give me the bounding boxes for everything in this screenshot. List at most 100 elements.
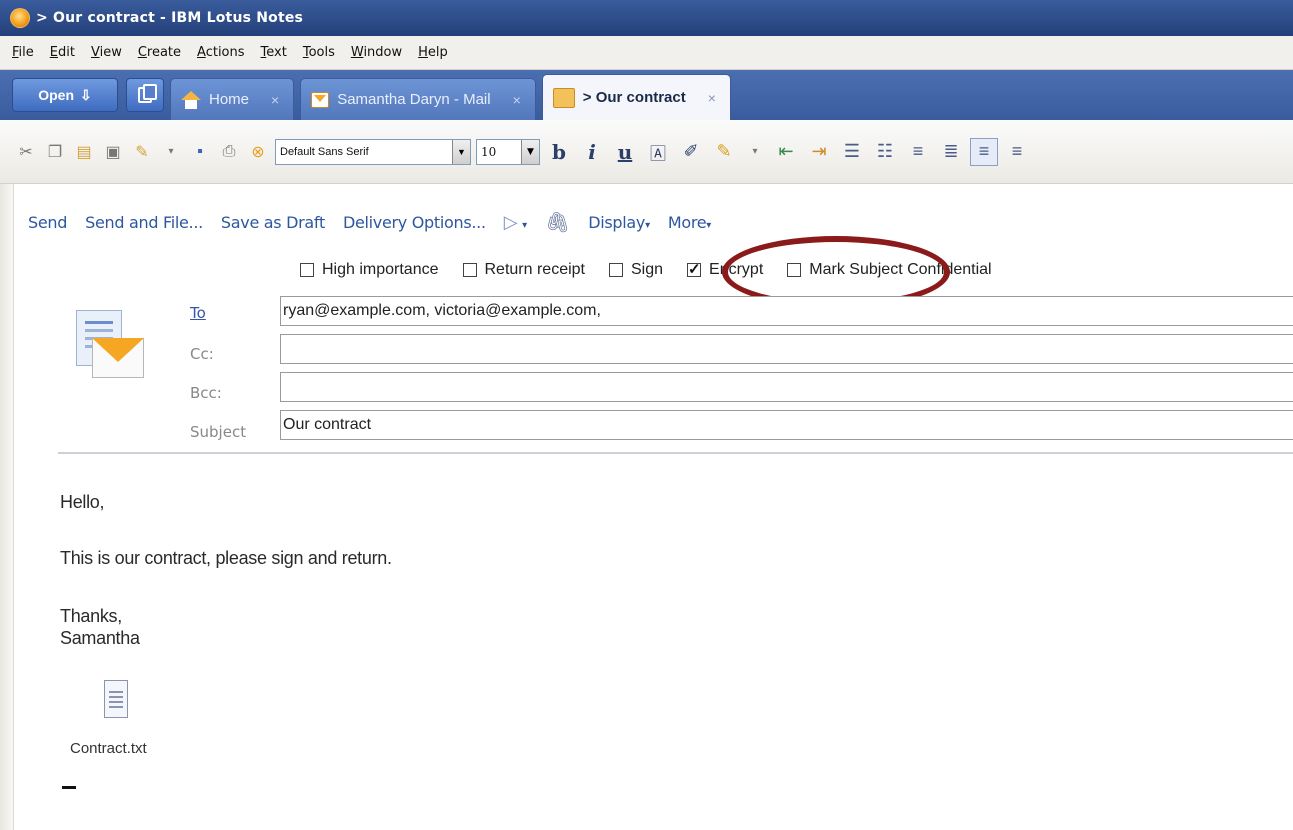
menu-help[interactable]: Help	[410, 45, 456, 60]
high-importance-checkbox[interactable]	[300, 263, 314, 277]
follow-up-dropdown-icon: ▾	[522, 219, 527, 231]
tab-mail-close-icon[interactable]: ×	[513, 92, 521, 108]
window-title: > Our contract - IBM Lotus Notes	[36, 10, 304, 26]
paste-special-icon[interactable]: ▣	[101, 140, 125, 164]
menu-actions[interactable]: Actions	[189, 45, 253, 60]
marker-icon[interactable]: ✎	[710, 138, 738, 166]
new-icon[interactable]: ✎	[130, 140, 154, 164]
align-left-icon[interactable]: ≡	[970, 137, 998, 166]
follow-up-button[interactable]: ▷ ▾	[504, 212, 527, 233]
new-dropdown-icon[interactable]: ▾	[159, 140, 183, 164]
to-field[interactable]: ryan@example.com, victoria@example.com,	[280, 296, 1293, 326]
menu-bar: File Edit View Create Actions Text Tools…	[0, 36, 1293, 70]
tab-our-contract-label: > Our contract	[582, 89, 686, 106]
menu-create[interactable]: Create	[130, 45, 189, 60]
tab-home[interactable]: Home ×	[170, 78, 295, 120]
tab-mail-label: Samantha Daryn - Mail	[337, 91, 491, 108]
font-family-select[interactable]: Default Sans Serif ▼	[275, 138, 471, 165]
tab-mail[interactable]: Samantha Daryn - Mail ×	[300, 78, 536, 120]
save-icon[interactable]: ▪	[188, 140, 212, 164]
bold-button[interactable]: b	[545, 138, 573, 166]
tab-our-contract[interactable]: > Our contract ×	[541, 74, 731, 120]
body-greeting[interactable]: Hello,	[60, 492, 105, 513]
paste-icon[interactable]: ▤	[72, 140, 96, 164]
body-line[interactable]: This is our contract, please sign and re…	[60, 548, 392, 569]
font-family-value: Default Sans Serif	[280, 145, 369, 158]
send-button[interactable]: Send	[28, 213, 67, 232]
encrypt-label: Encrypt	[709, 261, 764, 278]
encrypt-option[interactable]: Encrypt	[687, 260, 764, 279]
attachment-paperclip-icon[interactable]: 🖇	[545, 210, 570, 235]
open-list-button[interactable]	[126, 78, 164, 112]
highlight-pen-icon[interactable]: ✐	[677, 138, 705, 166]
attachment-name[interactable]: Contract.txt	[70, 740, 147, 757]
cc-field[interactable]	[280, 334, 1293, 364]
sign-checkbox[interactable]	[609, 263, 623, 277]
align-justify-icon[interactable]: ≣	[937, 138, 965, 166]
body-signature[interactable]: Samantha	[60, 628, 140, 649]
more-menu-button[interactable]: More▾	[668, 213, 711, 232]
underline-button[interactable]: u	[611, 138, 639, 166]
mark-subject-confidential-checkbox[interactable]	[787, 263, 802, 277]
to-label-link[interactable]: To	[190, 304, 206, 322]
bcc-label: Bcc:	[190, 384, 222, 402]
encrypt-checkbox[interactable]	[687, 260, 702, 278]
send-and-file-button[interactable]: Send and File...	[85, 213, 203, 232]
italic-button[interactable]: i	[578, 138, 606, 166]
text-file-attachment-icon[interactable]	[104, 680, 128, 718]
marker-dropdown-icon[interactable]: ▾	[743, 140, 767, 164]
menu-tools[interactable]: Tools	[295, 45, 343, 60]
sign-option[interactable]: Sign	[609, 261, 663, 279]
tab-home-close-icon[interactable]: ×	[271, 92, 279, 108]
lotus-notes-logo-icon	[10, 8, 30, 28]
bullet-list-icon[interactable]: ☰	[838, 138, 866, 166]
indent-icon[interactable]: ⇥	[805, 138, 833, 166]
menu-edit[interactable]: Edit	[42, 45, 83, 60]
print-icon[interactable]: ⎙	[217, 140, 241, 164]
bcc-field[interactable]	[280, 372, 1293, 402]
display-menu-button[interactable]: Display▾	[588, 213, 650, 232]
stop-icon[interactable]: ⊗	[246, 140, 270, 164]
home-icon	[181, 90, 201, 109]
align-right-icon[interactable]: ≡	[1003, 138, 1031, 166]
numbered-list-icon[interactable]: ☷	[871, 138, 899, 166]
more-label: More	[667, 212, 707, 232]
save-as-draft-button[interactable]: Save as Draft	[221, 213, 325, 232]
high-importance-option[interactable]: High importance	[300, 261, 439, 279]
open-button-label: Open	[38, 87, 75, 103]
delivery-options-button[interactable]: Delivery Options...	[343, 213, 486, 232]
font-size-select[interactable]: 10 ▼	[476, 138, 540, 165]
cc-label: Cc:	[190, 345, 214, 363]
font-dropdown-icon[interactable]: ▼	[452, 139, 470, 164]
envelope-flap	[92, 338, 144, 362]
align-center-icon[interactable]: ≡	[904, 138, 932, 166]
more-dropdown-icon: ▾	[706, 219, 712, 231]
text-color-icon[interactable]: 🄰	[644, 138, 672, 166]
delivery-options-row: High importance Return receipt Sign Encr…	[300, 256, 992, 284]
open-arrow-icon: ⇩	[80, 86, 92, 103]
return-receipt-option[interactable]: Return receipt	[462, 261, 586, 279]
return-receipt-checkbox[interactable]	[462, 263, 477, 277]
formatting-toolbar: ✂ ❐ ▤ ▣ ✎ ▾ ▪ ⎙ ⊗ Default Sans Serif ▼ 1…	[0, 120, 1293, 184]
font-size-value: 10	[481, 144, 497, 159]
size-dropdown-icon[interactable]: ▼	[521, 139, 539, 164]
menu-window[interactable]: Window	[343, 45, 410, 60]
menu-view[interactable]: View	[83, 45, 130, 60]
tab-our-contract-close-icon[interactable]: ×	[708, 90, 716, 106]
header-divider	[58, 452, 1293, 454]
tab-home-label: Home	[209, 91, 250, 108]
menu-file[interactable]: File	[4, 45, 42, 60]
mark-subject-confidential-option[interactable]: Mark Subject Confidential	[787, 261, 992, 279]
mark-subject-confidential-label: Mark Subject Confidential	[809, 261, 992, 278]
copy-icon[interactable]: ❐	[43, 140, 67, 164]
subject-field[interactable]: Our contract	[280, 410, 1293, 440]
pages-icon	[138, 84, 157, 103]
cut-icon[interactable]: ✂	[14, 140, 38, 164]
body-closing[interactable]: Thanks,	[60, 606, 122, 627]
return-receipt-label: Return receipt	[484, 261, 586, 278]
subject-label: Subject	[190, 423, 247, 441]
menu-text[interactable]: Text	[253, 45, 295, 60]
open-button[interactable]: Open ⇩	[12, 78, 118, 112]
window-left-edge	[0, 184, 14, 830]
outdent-icon[interactable]: ⇤	[772, 138, 800, 166]
